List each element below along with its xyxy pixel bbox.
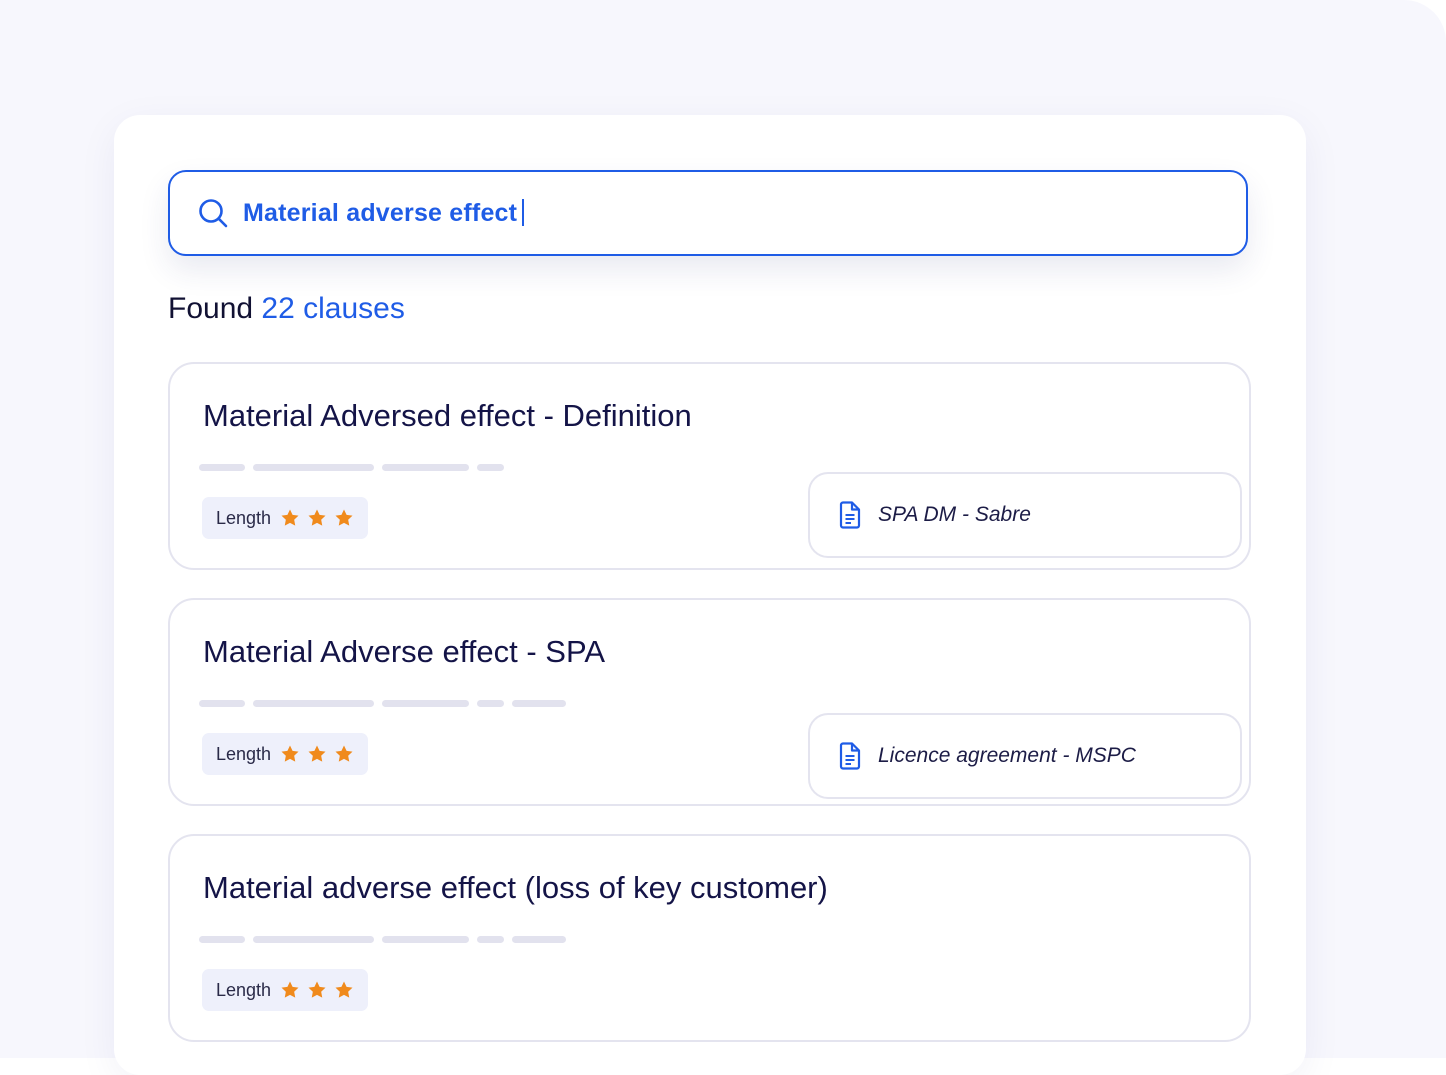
star-icon — [334, 508, 354, 528]
clause-preview-placeholder — [199, 464, 504, 471]
length-badge: Length — [202, 497, 369, 539]
results-count: Found 22 clauses — [168, 292, 405, 326]
star-icon — [280, 980, 300, 1000]
star-icon — [334, 980, 354, 1000]
star-icon — [280, 508, 300, 528]
star-icon — [307, 508, 327, 528]
length-label: Length — [216, 507, 272, 528]
length-label: Length — [216, 743, 272, 764]
source-document-name: Licence agreement - MSPC — [878, 744, 1136, 767]
results-count-value: 22 clauses — [261, 292, 405, 325]
source-document-chip[interactable]: SPA DM - Sabre — [808, 472, 1242, 558]
clause-preview-placeholder — [199, 700, 566, 707]
length-badge: Length — [202, 733, 369, 775]
results-count-prefix: Found — [168, 292, 254, 325]
star-icon — [334, 744, 354, 764]
clause-card[interactable]: Material Adversed effect - Definition Le… — [168, 362, 1251, 570]
length-badge: Length — [202, 969, 369, 1011]
search-query-text[interactable]: Material adverse effect — [243, 198, 525, 228]
clause-search-input[interactable]: Material adverse effect — [168, 170, 1248, 256]
text-caret — [522, 198, 525, 226]
clause-card[interactable]: Material adverse effect (loss of key cus… — [168, 834, 1251, 1042]
search-icon — [197, 197, 229, 229]
clause-title[interactable]: Material adverse effect (loss of key cus… — [203, 870, 828, 906]
document-icon — [838, 501, 862, 529]
clause-preview-placeholder — [199, 936, 566, 943]
document-icon — [838, 742, 862, 770]
star-icon — [307, 980, 327, 1000]
star-icon — [307, 744, 327, 764]
star-icon — [280, 744, 300, 764]
length-label: Length — [216, 979, 272, 1000]
clause-card[interactable]: Material Adverse effect - SPA Length Lic… — [168, 598, 1251, 806]
source-document-chip[interactable]: Licence agreement - MSPC — [808, 713, 1242, 799]
clause-title[interactable]: Material Adverse effect - SPA — [203, 634, 605, 670]
source-document-name: SPA DM - Sabre — [878, 503, 1031, 526]
clause-title[interactable]: Material Adversed effect - Definition — [203, 398, 692, 434]
